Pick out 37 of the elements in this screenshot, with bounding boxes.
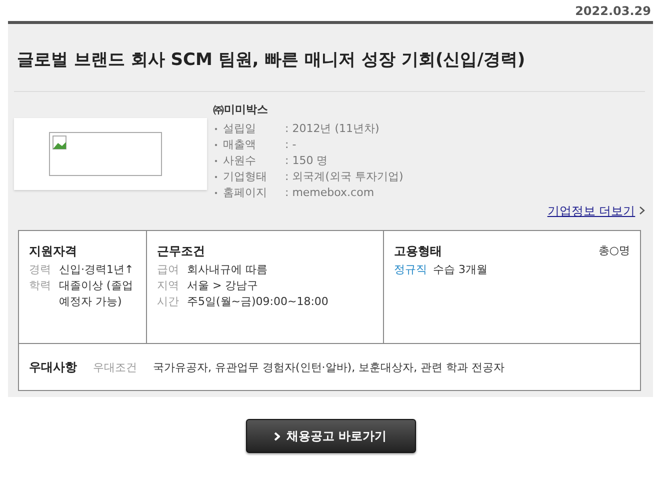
row-label: 급여	[157, 262, 179, 278]
fact-label: 설립일	[223, 121, 257, 137]
fact-value: : 2012년 (11년차)	[285, 121, 380, 137]
section-heading: 지원자격	[29, 243, 78, 259]
row-label: 경력	[29, 262, 51, 278]
fact-value: : -	[285, 137, 296, 153]
fact-label: 사원수	[223, 153, 257, 169]
row-label: 시간	[157, 294, 179, 310]
row-label: 지역	[157, 278, 179, 294]
chevron-icon	[639, 206, 645, 215]
row-value: 신입·경력1년↑	[59, 262, 134, 278]
row-value: 대졸이상 (졸업예정자 가능)	[59, 278, 134, 310]
section-heading: 근무조건	[157, 243, 206, 259]
row-label: 우대조건	[93, 360, 137, 374]
fact-value: : 150 명	[285, 153, 328, 169]
row-value: 주5일(월~금)09:00~18:00	[187, 294, 328, 310]
row-value: 서울 > 강남구	[187, 278, 258, 294]
employment-type: 정규직	[394, 263, 427, 276]
fact-label: 기업형태	[223, 169, 268, 185]
row-value: 국가유공자, 유관업무 경험자(인턴·알바), 보훈대상자, 관련 학과 전공자	[153, 360, 505, 374]
job-title: 글로벌 브랜드 회사 SCM 팀원, 빠른 매니저 성장 기회(신입/경력)	[14, 24, 645, 92]
post-date: 2022.03.29	[574, 3, 652, 20]
fact-value: : memebox.com	[285, 185, 374, 201]
chevron-icon	[274, 432, 280, 440]
headcount: 총○명	[598, 243, 630, 259]
section-heading: 우대사항	[29, 358, 77, 376]
company-name: ㈜미미박스	[213, 102, 269, 118]
fact-label: 홈페이지	[223, 185, 268, 201]
row-label: 학력	[29, 278, 51, 294]
broken-image-icon	[52, 135, 68, 151]
probation-note: 수습 3개월	[433, 263, 488, 276]
apply-button[interactable]: 채용공고 바로가기	[246, 419, 416, 453]
section-heading: 고용형태	[394, 243, 442, 259]
fact-label: 매출액	[223, 137, 257, 153]
fact-value: : 외국계(외국 투자기업)	[285, 169, 404, 185]
company-info-link[interactable]: 기업정보 더보기	[547, 204, 636, 218]
row-value: 회사내규에 따름	[187, 262, 268, 278]
